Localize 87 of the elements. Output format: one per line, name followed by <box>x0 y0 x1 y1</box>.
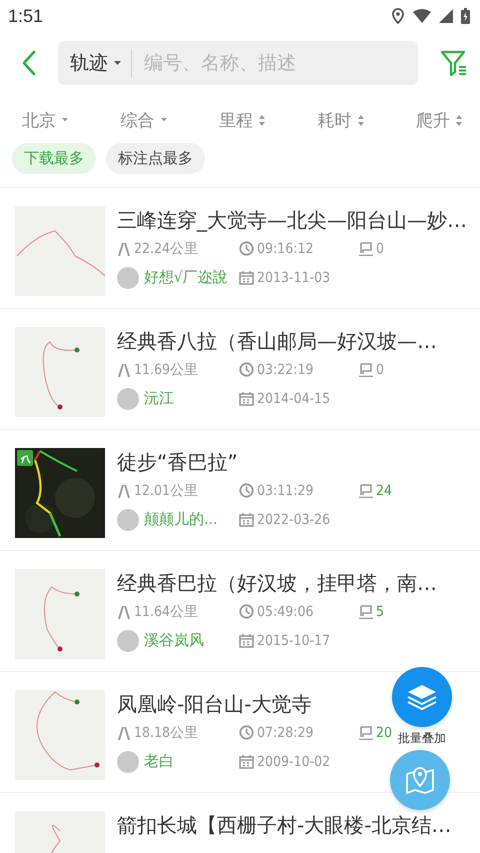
track-list-item[interactable]: 三峰连穿_大觉寺—北尖—阳台山—妙… 22.24公里 09:16:12 0 好想√厂迩說 2013-11-03 <box>0 188 480 309</box>
author-name[interactable]: 沅江 <box>144 389 174 408</box>
search-field[interactable]: 轨迹 编号、名称、描述 <box>58 41 418 85</box>
duration-text: 03:11:29 <box>257 482 314 498</box>
avatar <box>117 750 139 772</box>
track-list-item[interactable]: 徒步“香巴拉” 12.01公里 03:11:29 24 颠颠儿的… 2022-03-26 <box>0 430 480 551</box>
date-text: 2013-11-03 <box>257 270 330 286</box>
track-title: 凤凰岭-阳台山-大觉寺 <box>117 691 312 718</box>
layers-button[interactable] <box>392 667 452 727</box>
waypoint-count: 0 <box>376 362 384 378</box>
caret-icon <box>62 118 68 122</box>
map-pin-icon <box>404 764 436 796</box>
filter-dropdown[interactable]: 综合 <box>120 108 166 132</box>
filter-dropdown[interactable]: 爬升 <box>416 108 462 132</box>
avatar <box>117 266 139 288</box>
flag-icon <box>359 726 373 740</box>
filter-icon[interactable] <box>440 49 468 77</box>
clock-icon <box>239 604 254 619</box>
calendar-icon <box>239 633 254 648</box>
clock-icon <box>239 362 254 377</box>
distance-text: 11.69公里 <box>134 360 198 378</box>
duration-text: 09:16:12 <box>257 240 314 256</box>
road-icon <box>117 362 131 376</box>
search-scope-dropdown[interactable]: 轨迹 <box>58 50 131 76</box>
calendar-icon <box>239 754 254 769</box>
avatar <box>117 630 139 652</box>
author-name[interactable]: 老白 <box>144 752 174 771</box>
back-icon[interactable] <box>22 50 36 76</box>
filter-dropdown[interactable]: 里程 <box>219 108 265 132</box>
date-text: 2015-10-17 <box>257 632 330 648</box>
flag-icon <box>359 362 373 376</box>
sort-chip[interactable]: 下载最多 <box>12 142 96 174</box>
sort-icon <box>358 114 364 126</box>
map-button[interactable] <box>390 750 450 810</box>
clock-icon <box>239 241 254 256</box>
layers-icon <box>406 683 438 711</box>
duration-text: 03:22:19 <box>257 362 314 378</box>
sort-icon <box>259 114 265 126</box>
calendar-icon <box>239 512 254 527</box>
clock-icon <box>239 483 254 498</box>
track-list-item[interactable]: 经典香巴拉（好汉坡，挂甲塔，南… 11.64公里 05:49:06 5 溪谷岚风 2015-10-17 <box>0 551 480 672</box>
distance-text: 18.18公里 <box>134 724 198 742</box>
calendar-icon <box>239 391 254 406</box>
duration-text: 05:49:06 <box>257 604 314 620</box>
waypoint-count: 5 <box>376 604 384 620</box>
distance-text: 11.64公里 <box>134 602 198 620</box>
road-icon <box>117 484 131 498</box>
caret-icon <box>114 61 121 65</box>
battery-icon <box>461 8 470 24</box>
signal-icon <box>439 9 453 23</box>
avatar <box>117 508 139 530</box>
status-time: 1:51 <box>8 6 44 26</box>
location-icon <box>391 8 405 24</box>
filter-dropdown[interactable]: 耗时 <box>318 108 364 132</box>
waypoint-count: 0 <box>376 240 384 256</box>
author-name[interactable]: 溪谷岚风 <box>144 631 204 650</box>
track-list-item[interactable]: 经典香八拉（香山邮局—好汉坡—… 11.69公里 03:22:19 0 沅江 2014-04-15 <box>0 309 480 430</box>
date-text: 2022-03-26 <box>257 512 330 528</box>
track-title: 经典香八拉（香山邮局—好汉坡—… <box>117 328 437 355</box>
road-icon <box>117 604 131 618</box>
sort-icon <box>456 114 462 126</box>
date-text: 2014-04-15 <box>257 390 330 406</box>
distance-text: 22.24公里 <box>134 240 198 258</box>
author-name[interactable]: 颠颠儿的… <box>144 510 218 529</box>
sort-chip[interactable]: 标注点最多 <box>106 142 205 174</box>
author-name[interactable]: 好想√厂迩說 <box>144 268 228 287</box>
flag-icon <box>359 604 373 618</box>
track-title: 箭扣长城【西栅子村-大眼楼-北京结… <box>117 812 452 839</box>
waypoint-count: 20 <box>376 724 392 740</box>
distance-text: 12.01公里 <box>134 482 198 500</box>
track-title: 三峰连穿_大觉寺—北尖—阳台山—妙… <box>117 207 467 234</box>
wifi-icon <box>413 9 431 23</box>
road-icon <box>117 726 131 740</box>
track-title: 经典香巴拉（好汉坡，挂甲塔，南… <box>117 570 437 597</box>
calendar-icon <box>239 270 254 285</box>
waypoint-count: 24 <box>376 482 392 498</box>
flag-icon <box>359 242 373 256</box>
date-text: 2009-10-02 <box>257 754 330 770</box>
layers-label: 批量叠加 <box>398 730 446 747</box>
duration-text: 07:28:29 <box>257 724 314 740</box>
track-title: 徒步“香巴拉” <box>117 449 238 476</box>
caret-icon <box>160 118 166 122</box>
avatar <box>117 388 139 410</box>
clock-icon <box>239 725 254 740</box>
filter-dropdown[interactable]: 北京 <box>22 108 68 132</box>
flag-icon <box>359 484 373 498</box>
road-icon <box>117 242 131 256</box>
